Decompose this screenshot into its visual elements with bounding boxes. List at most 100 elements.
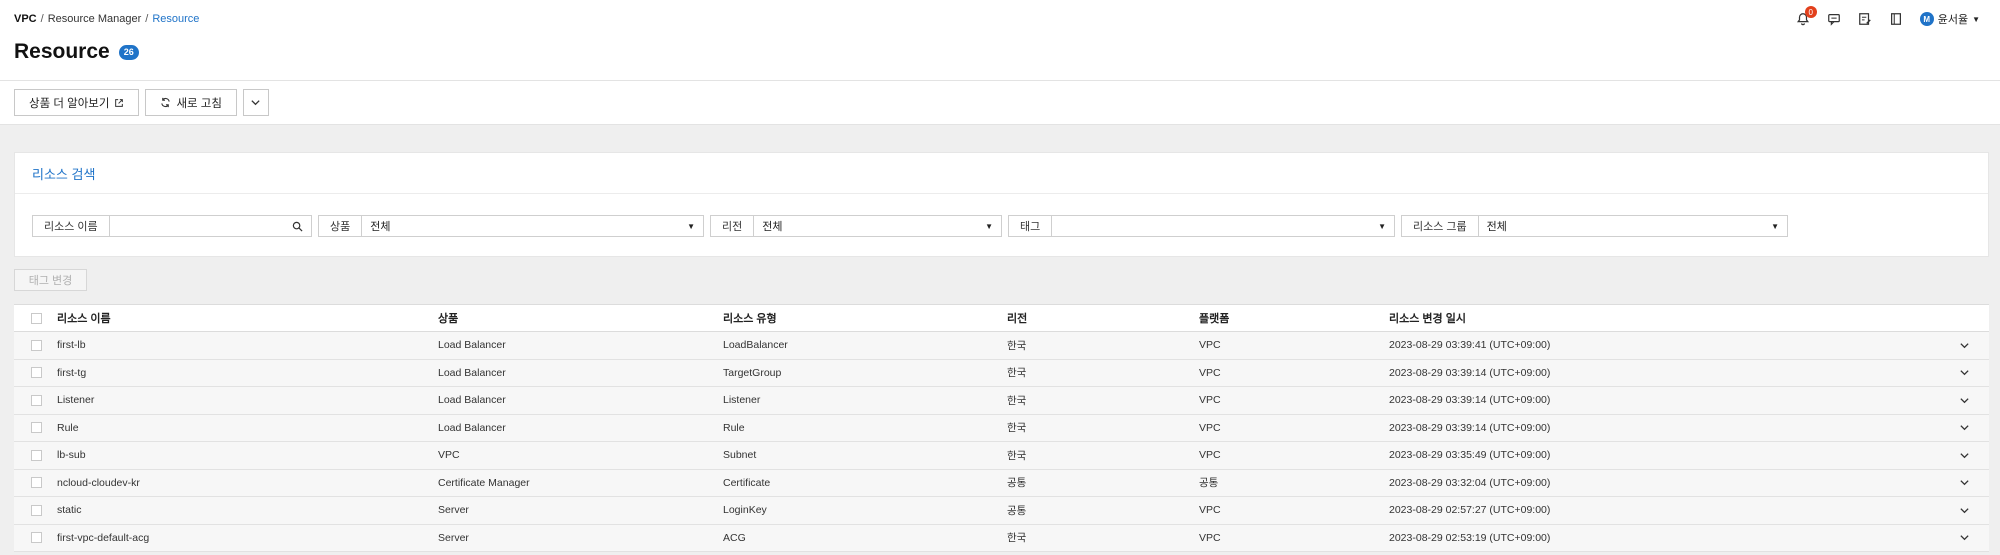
table-body: first-lb Load Balancer LoadBalancer 한국 VPC 20…: [14, 332, 1989, 552]
breadcrumb-item-resource[interactable]: Resource: [152, 13, 199, 25]
cell-platform: VPC: [1199, 531, 1221, 544]
table-row[interactable]: lb-sub VPC Subnet 한국 VPC 2023-08-29 03:35:49 …: [14, 442, 1989, 470]
cell-product: Load Balancer: [438, 421, 506, 434]
page-header: VPC / Resource Manager / Resource Resour…: [0, 0, 2000, 125]
expand-row-chevron-icon[interactable]: [1958, 367, 1970, 379]
filter-region: 리전 전체 ▼: [710, 215, 1002, 237]
breadcrumb-item-vpc[interactable]: VPC: [14, 13, 37, 25]
memo-edit-icon[interactable]: [1856, 10, 1874, 28]
learn-more-button[interactable]: 상품 더 알아보기: [14, 89, 140, 116]
row-checkbox[interactable]: [31, 394, 42, 406]
expand-row-chevron-icon[interactable]: [1958, 504, 1970, 516]
notification-count-badge: 0: [1804, 6, 1817, 18]
caret-down-icon: ▼: [985, 221, 993, 231]
cell-modified-at: 2023-08-29 03:32:04 (UTC+09:00): [1389, 476, 1551, 489]
caret-down-icon: ▼: [1972, 14, 1980, 24]
filter-label: 리소스 이름: [33, 216, 110, 236]
product-select[interactable]: 전체 ▼: [362, 216, 703, 236]
breadcrumb-separator: /: [40, 13, 44, 25]
column-header[interactable]: 상품: [438, 310, 458, 326]
column-header[interactable]: 리전: [1007, 310, 1027, 326]
table-row[interactable]: Rule Load Balancer Rule 한국 VPC 2023-08-29 03:…: [14, 414, 1989, 442]
row-checkbox[interactable]: [31, 504, 42, 516]
cell-resource-type: Certificate: [723, 476, 771, 489]
cell-platform: VPC: [1199, 394, 1221, 407]
expand-row-chevron-icon[interactable]: [1958, 339, 1970, 351]
cell-resource-type: LoadBalancer: [723, 339, 788, 352]
cell-resource-type: ACG: [723, 531, 746, 544]
expand-row-chevron-icon[interactable]: [1958, 394, 1970, 406]
resource-group-select[interactable]: 전체 ▼: [1479, 216, 1787, 236]
cell-region: 한국: [1007, 532, 1027, 545]
row-checkbox[interactable]: [31, 339, 42, 351]
table-row[interactable]: first-tg Load Balancer TargetGroup 한국 VPC 202…: [14, 359, 1989, 387]
cell-resource-name[interactable]: lb-sub: [57, 449, 86, 461]
resource-count-badge: 26: [118, 44, 139, 60]
chevron-down-icon: [251, 100, 261, 106]
cell-region: 한국: [1007, 367, 1027, 380]
cell-platform: VPC: [1199, 366, 1221, 379]
row-checkbox[interactable]: [31, 367, 42, 379]
more-actions-button[interactable]: [242, 89, 269, 116]
select-all-checkbox[interactable]: [31, 312, 42, 324]
chat-icon[interactable]: [1825, 10, 1843, 28]
cell-product: Load Balancer: [438, 394, 506, 407]
cell-resource-name[interactable]: static: [57, 504, 82, 516]
table-row[interactable]: ncloud-cloudev-kr Certificate Manager Cert…: [14, 469, 1989, 497]
region-select[interactable]: 전체 ▼: [754, 216, 1001, 236]
manual-book-icon[interactable]: [1887, 10, 1905, 28]
filter-resource-group: 리소스 그룹 전체 ▼: [1401, 215, 1788, 237]
caret-down-icon: ▼: [687, 221, 695, 231]
cell-resource-name[interactable]: first-tg: [57, 367, 86, 379]
cell-resource-name[interactable]: first-lb: [57, 339, 86, 351]
cell-region: 한국: [1007, 339, 1027, 352]
cell-platform: 공통: [1199, 477, 1219, 490]
column-header[interactable]: 플랫폼: [1199, 310, 1229, 326]
caret-down-icon: ▼: [1378, 221, 1386, 231]
resource-name-input[interactable]: [110, 216, 311, 236]
filter-tag: 태그 ▼: [1008, 215, 1395, 237]
notification-bell-icon[interactable]: 0: [1794, 6, 1817, 28]
tag-select[interactable]: ▼: [1052, 216, 1394, 236]
table-row[interactable]: first-lb Load Balancer LoadBalancer 한국 VPC 20…: [14, 332, 1989, 360]
column-header[interactable]: 리소스 변경 일시: [1389, 310, 1466, 326]
table-row[interactable]: first-vpc-default-acg Server ACG 한국 VPC 2023-…: [14, 524, 1989, 552]
expand-row-chevron-icon[interactable]: [1958, 449, 1970, 461]
row-checkbox[interactable]: [31, 422, 42, 434]
cell-resource-name[interactable]: first-vpc-default-acg: [57, 532, 149, 544]
breadcrumb-item-resource-manager[interactable]: Resource Manager: [48, 13, 142, 25]
user-menu[interactable]: M 윤서율 ▼: [1919, 11, 1980, 27]
row-checkbox[interactable]: [31, 477, 42, 489]
row-checkbox[interactable]: [31, 532, 42, 544]
column-header[interactable]: 리소스 유형: [723, 310, 777, 326]
tag-change-button[interactable]: 태그 변경: [14, 269, 87, 291]
header-divider: [0, 80, 2000, 81]
cell-region: 한국: [1007, 394, 1027, 407]
caret-down-icon: ▼: [1771, 221, 1779, 231]
cell-modified-at: 2023-08-29 03:39:14 (UTC+09:00): [1389, 421, 1551, 434]
search-icon[interactable]: [292, 221, 303, 232]
cell-resource-type: Subnet: [723, 449, 757, 462]
expand-row-chevron-icon[interactable]: [1958, 477, 1970, 489]
cell-resource-type: LoginKey: [723, 504, 767, 517]
cell-region: 한국: [1007, 449, 1027, 462]
filter-label: 리소스 그룹: [1402, 216, 1479, 236]
filter-resource-name: 리소스 이름: [32, 215, 312, 237]
expand-row-chevron-icon[interactable]: [1958, 422, 1970, 434]
column-header[interactable]: 리소스 이름: [57, 310, 111, 326]
cell-resource-name[interactable]: Listener: [57, 394, 94, 406]
cell-resource-name[interactable]: Rule: [57, 422, 79, 434]
cell-product: Server: [438, 504, 469, 517]
cell-product: Load Balancer: [438, 339, 506, 352]
avatar: M: [1919, 12, 1934, 26]
table-row[interactable]: static Server LoginKey 공통 VPC 2023-08-29 02:5…: [14, 497, 1989, 525]
cell-region: 공통: [1007, 504, 1027, 517]
cell-product: Certificate Manager: [438, 476, 530, 489]
cell-resource-name[interactable]: ncloud-cloudev-kr: [57, 477, 140, 489]
row-checkbox[interactable]: [31, 449, 42, 461]
table-row[interactable]: Listener Load Balancer Listener 한국 VPC 2023-0…: [14, 387, 1989, 415]
learn-more-label: 상품 더 알아보기: [29, 97, 110, 110]
refresh-button[interactable]: 새로 고침: [145, 89, 237, 116]
filter-product: 상품 전체 ▼: [318, 215, 704, 237]
expand-row-chevron-icon[interactable]: [1958, 532, 1970, 544]
